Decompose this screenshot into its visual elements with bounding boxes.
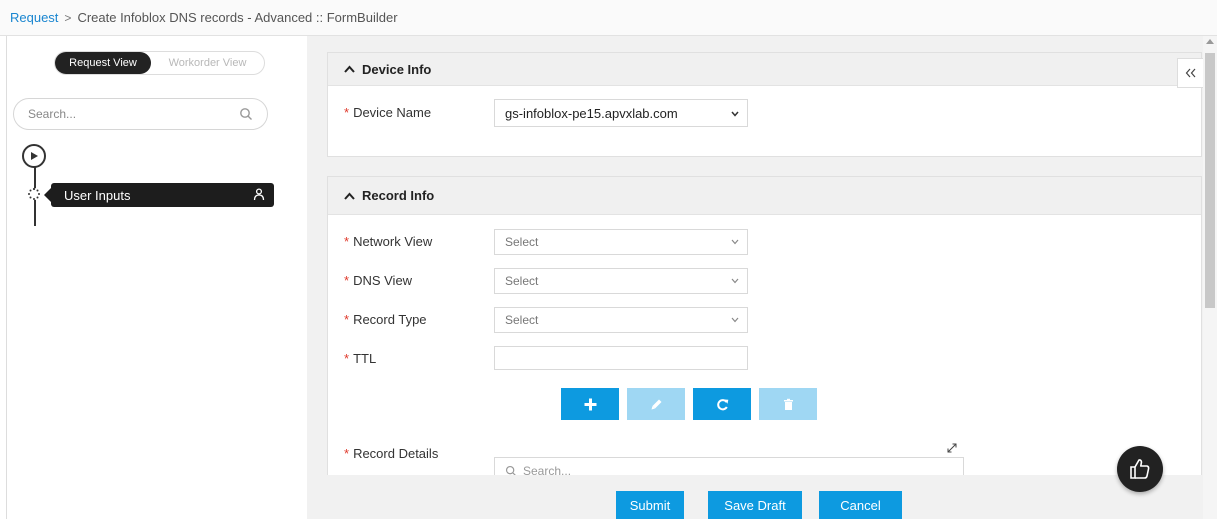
cancel-button[interactable]: Cancel [819,491,902,519]
breadcrumb: Request > Create Infoblox DNS records - … [0,0,1217,36]
sidebar-search [13,98,268,130]
network-view-select[interactable]: Select [494,229,748,255]
section-title: Device Info [362,61,432,77]
section-title: Record Info [362,188,435,203]
device-name-row: * Device Name gs-infoblox-pe15.apvxlab.co… [328,99,1201,127]
page-title: Create Infoblox DNS records - Advanced :… [77,10,398,25]
ttl-row: * TTL [328,346,1201,372]
chevron-down-icon [731,278,739,284]
record-type-row: * Record Type Select [328,307,1201,333]
device-name-label: * Device Name [344,105,432,120]
record-details-label: * Record Details [344,446,439,461]
collapse-panel-button[interactable] [1177,58,1204,88]
pencil-icon [651,399,661,409]
chevron-down-icon [731,111,739,117]
user-icon [253,188,265,201]
dns-view-label: * DNS View [344,273,413,288]
chevron-up-icon [344,192,355,200]
search-icon[interactable] [239,107,253,121]
ttl-input[interactable] [494,346,748,370]
chevron-up-icon [344,65,355,73]
device-info-section: Device Info * Device Name gs-infoblox-pe1… [327,52,1202,157]
dns-view-select[interactable]: Select [494,268,748,294]
view-toggle: Request View Workorder View [54,51,265,75]
delete-button[interactable] [759,388,817,420]
chevron-down-icon [731,239,739,245]
form-footer: Submit Save Draft Cancel [307,475,1210,519]
expand-icon[interactable] [945,441,959,455]
scrollbar-thumb[interactable] [1205,53,1215,308]
refresh-button[interactable] [693,388,751,420]
refresh-icon [716,398,728,410]
submit-button[interactable]: Submit [616,491,684,519]
play-icon[interactable] [22,144,46,168]
ttl-label: * TTL [344,351,377,366]
loading-spinner-icon [28,187,40,200]
plus-icon [584,398,596,410]
network-view-row: * Network View Select [328,229,1201,255]
device-name-select[interactable]: gs-infoblox-pe15.apvxlab.com [494,99,748,127]
workflow-sidebar: Request View Workorder View User Inputs [6,36,307,519]
record-info-header[interactable]: Record Info [328,177,1201,215]
feedback-button[interactable] [1117,446,1163,492]
scroll-up-icon[interactable] [1206,39,1214,44]
double-chevron-left-icon [1185,68,1195,78]
record-type-select[interactable]: Select [494,307,748,333]
sidebar-search-input[interactable] [28,107,239,121]
thumbs-up-icon [1130,459,1150,479]
request-view-tab[interactable]: Request View [55,52,151,74]
form-container: Device Info * Device Name gs-infoblox-pe1… [307,36,1210,519]
add-button[interactable] [561,388,619,420]
breadcrumb-request-link[interactable]: Request [10,10,58,25]
trash-icon [783,398,793,410]
device-info-header[interactable]: Device Info [328,53,1201,86]
workorder-view-tab[interactable]: Workorder View [151,57,264,69]
save-draft-button[interactable]: Save Draft [708,491,802,519]
record-info-section: Record Info * Network View Select * DNS Vi… [327,176,1202,519]
dns-view-row: * DNS View Select [328,268,1201,294]
breadcrumb-separator: > [64,10,72,25]
vertical-scrollbar[interactable] [1203,36,1217,519]
chevron-down-icon [731,317,739,323]
step-label: User Inputs [64,187,131,203]
step-user-inputs[interactable]: User Inputs [44,183,274,207]
record-type-label: * Record Type [344,312,427,327]
edit-button[interactable] [627,388,685,420]
network-view-label: * Network View [344,234,433,249]
